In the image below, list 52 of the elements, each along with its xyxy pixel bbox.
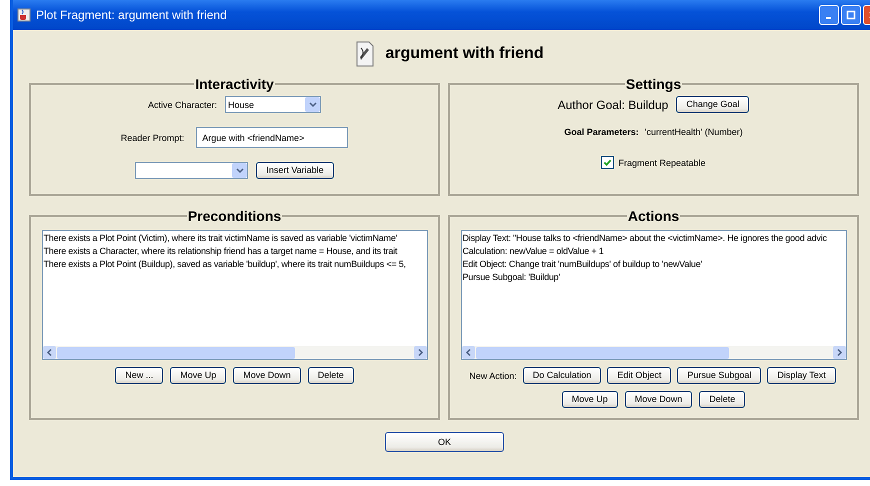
list-button[interactable]: Delete <box>308 367 354 384</box>
chevron-down-icon <box>236 168 244 174</box>
ok-button[interactable]: OK <box>385 432 504 452</box>
horizontal-scrollbar[interactable] <box>462 346 846 359</box>
new-action-label: New Action: <box>469 370 517 380</box>
window-title: Plot Fragment: argument with friend <box>36 8 227 22</box>
new-action-button[interactable]: Edit Object <box>607 367 672 384</box>
list-item[interactable]: Pursue Subgoal: 'Buildup' <box>462 271 844 284</box>
fragment-title: argument with friend <box>385 45 544 63</box>
minimize-button[interactable] <box>819 5 839 25</box>
list-item[interactable]: There exists a Plot Point (Victim), where its trait victimName is saved as variable 'victimName' <box>44 232 426 245</box>
list-item[interactable]: Calculation: newValue = oldValue + 1 <box>462 245 844 258</box>
author-goal-label: Author Goal: Buildup <box>558 98 668 112</box>
scroll-left-icon[interactable] <box>462 346 474 359</box>
list-button[interactable]: Move Up <box>562 391 618 408</box>
checkbox-label: Fragment Repeatable <box>618 158 706 168</box>
maximize-button[interactable] <box>841 5 861 25</box>
panel-title: Actions <box>626 210 680 222</box>
field-label: Reader Prompt: <box>120 132 184 142</box>
document-icon <box>355 40 376 68</box>
list-button[interactable]: Delete <box>699 391 746 408</box>
new-action-button[interactable]: Pursue Subgoal <box>677 367 762 384</box>
list-item[interactable]: Edit Object: Change trait 'numBuildups' of buildup to 'newValue' <box>462 258 844 271</box>
scroll-right-icon[interactable] <box>414 346 426 359</box>
list-item[interactable]: Display Text: "House talks to <friendName> about the <victimName>. He ignores the good advic <box>462 232 844 245</box>
list-item[interactable]: There exists a Plot Point (Buildup), saved as variable 'buildup', where its trait numBuildups <= 5, <box>44 258 426 271</box>
new-action-button[interactable]: Do Calculation <box>522 367 602 384</box>
repeatable-checkbox[interactable] <box>601 156 614 169</box>
change-goal-button[interactable]: Change Goal <box>676 96 750 113</box>
field-label: Goal Parameters: <box>564 127 639 137</box>
scroll-left-icon[interactable] <box>42 346 56 359</box>
panel-title: Preconditions <box>186 210 282 222</box>
horizontal-scrollbar[interactable] <box>42 346 426 359</box>
variable-dropdown[interactable] <box>135 162 248 179</box>
list-item[interactable]: There exists a Character, where its relationship friend has a target name = House, and its trait <box>44 245 426 258</box>
field-label: Active Character: <box>148 100 218 110</box>
list-button[interactable]: Move Down <box>233 367 301 384</box>
scroll-right-icon[interactable] <box>832 346 846 359</box>
reader-prompt-field[interactable]: Argue with <friendName> <box>196 127 348 148</box>
list-button[interactable]: Move Down <box>624 391 692 408</box>
new-action-button[interactable]: Display Text <box>767 367 836 384</box>
panel-title: Settings <box>624 78 682 90</box>
maximize-icon <box>846 10 856 20</box>
coffee-cup-icon <box>17 8 31 22</box>
chevron-down-icon <box>308 102 317 108</box>
list-button[interactable]: Move Up <box>170 367 226 384</box>
panel-title: Interactivity <box>194 78 275 90</box>
insert-variable-button[interactable]: Insert Variable <box>256 162 334 179</box>
character-dropdown[interactable]: House <box>225 96 322 113</box>
minimize-icon <box>826 17 830 19</box>
goal-parameters-value: 'currentHealth' (Number) <box>644 127 743 137</box>
list-button[interactable]: New ... <box>115 367 164 384</box>
